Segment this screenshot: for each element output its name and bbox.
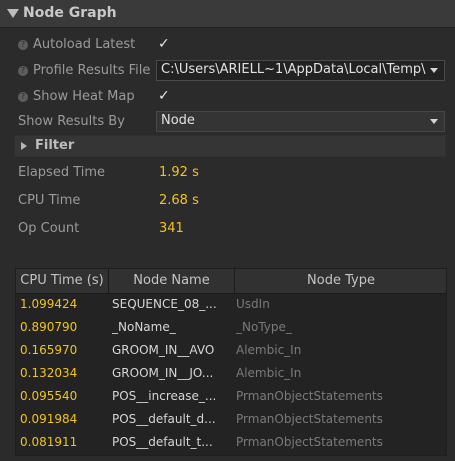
column-header-node-name[interactable]: Node Name xyxy=(109,273,234,288)
collapse-triangle-icon[interactable] xyxy=(7,9,19,18)
node-name-cell: POS__default_t... xyxy=(112,435,213,449)
node-name-cell: POS__increase_... xyxy=(112,389,217,403)
node-type-cell: Alembic_In xyxy=(236,343,302,357)
filter-section-header[interactable]: Filter xyxy=(14,135,446,157)
show-results-by-value: Node xyxy=(161,113,195,128)
help-icon[interactable]: ? xyxy=(18,92,28,102)
elapsed-time-value: 1.92 s xyxy=(159,165,199,180)
help-icon[interactable]: ? xyxy=(18,40,28,50)
autoload-latest-label: Autoload Latest xyxy=(33,37,136,52)
profile-results-field[interactable]: C:\Users\ARIELL~1\AppData\Local\Temp\ xyxy=(156,60,445,81)
cpu-time-cell: 1.099424 xyxy=(20,297,78,311)
node-type-cell: _NoType_ xyxy=(236,320,292,334)
show-heat-map-checkbox[interactable]: ✓ xyxy=(158,88,170,104)
table-row[interactable]: 0.890790 _NoName_ _NoType_ xyxy=(16,317,446,340)
show-results-by-dropdown[interactable]: Node xyxy=(156,111,445,132)
cpu-time-cell: 0.095540 xyxy=(20,389,78,403)
node-name-cell: SEQUENCE_08_... xyxy=(112,297,217,311)
table-row[interactable]: 0.095540 POS__increase_... PrmanObjectSt… xyxy=(16,386,446,409)
show-heat-map-label: Show Heat Map xyxy=(33,89,135,104)
node-type-cell: PrmanObjectStatements xyxy=(236,412,383,426)
panel-title: Node Graph xyxy=(23,5,117,21)
node-graph-header[interactable]: Node Graph xyxy=(0,0,455,28)
node-type-cell: Alembic_In xyxy=(236,366,302,380)
profile-results-row: ? Profile Results File xyxy=(18,63,150,78)
column-header-node-type[interactable]: Node Type xyxy=(235,273,446,288)
cpu-time-cell: 0.890790 xyxy=(20,320,78,334)
node-type-cell: PrmanObjectStatements xyxy=(236,435,383,449)
node-name-cell: _NoName_ xyxy=(112,320,176,334)
table-row[interactable]: 0.165970 GROOM_IN__AVO Alembic_In xyxy=(16,340,446,363)
cpu-time-label: CPU Time xyxy=(18,193,81,208)
op-count-value: 341 xyxy=(159,221,184,236)
chevron-down-icon[interactable] xyxy=(430,68,438,73)
filter-label: Filter xyxy=(35,138,75,153)
show-heat-map-row: ? Show Heat Map xyxy=(18,89,135,104)
node-type-cell: PrmanObjectStatements xyxy=(236,389,383,403)
node-name-cell: GROOM_IN__JO... xyxy=(112,366,214,380)
autoload-latest-row: ? Autoload Latest xyxy=(18,37,135,52)
table-row[interactable]: 1.099424 SEQUENCE_08_... UsdIn xyxy=(16,294,446,317)
chevron-down-icon[interactable] xyxy=(430,119,438,124)
cpu-time-value: 2.68 s xyxy=(159,193,199,208)
elapsed-time-label: Elapsed Time xyxy=(18,165,106,180)
cpu-time-cell: 0.091984 xyxy=(20,412,78,426)
profile-results-value: C:\Users\ARIELL~1\AppData\Local\Temp\ xyxy=(161,62,426,77)
table-row[interactable]: 0.081911 POS__default_t... PrmanObjectSt… xyxy=(16,432,446,455)
table-header: CPU Time (s) Node Name Node Type xyxy=(16,269,446,294)
table-row[interactable]: 0.091984 POS__default_d... PrmanObjectSt… xyxy=(16,409,446,432)
show-results-by-label: Show Results By xyxy=(18,114,125,129)
op-count-label: Op Count xyxy=(18,221,80,236)
results-table: CPU Time (s) Node Name Node Type 1.09942… xyxy=(15,268,447,456)
column-header-cpu-time[interactable]: CPU Time (s) xyxy=(17,273,107,288)
profile-results-label: Profile Results File xyxy=(33,63,151,78)
cpu-time-cell: 0.081911 xyxy=(20,435,78,449)
node-name-cell: POS__default_d... xyxy=(112,412,216,426)
cpu-time-cell: 0.132034 xyxy=(20,366,78,380)
help-icon[interactable]: ? xyxy=(18,66,28,76)
table-row[interactable]: 0.132034 GROOM_IN__JO... Alembic_In xyxy=(16,363,446,386)
expand-triangle-icon[interactable] xyxy=(21,142,27,150)
cpu-time-cell: 0.165970 xyxy=(20,343,78,357)
autoload-latest-checkbox[interactable]: ✓ xyxy=(158,36,170,52)
node-type-cell: UsdIn xyxy=(236,297,270,311)
node-name-cell: GROOM_IN__AVO xyxy=(112,343,215,357)
